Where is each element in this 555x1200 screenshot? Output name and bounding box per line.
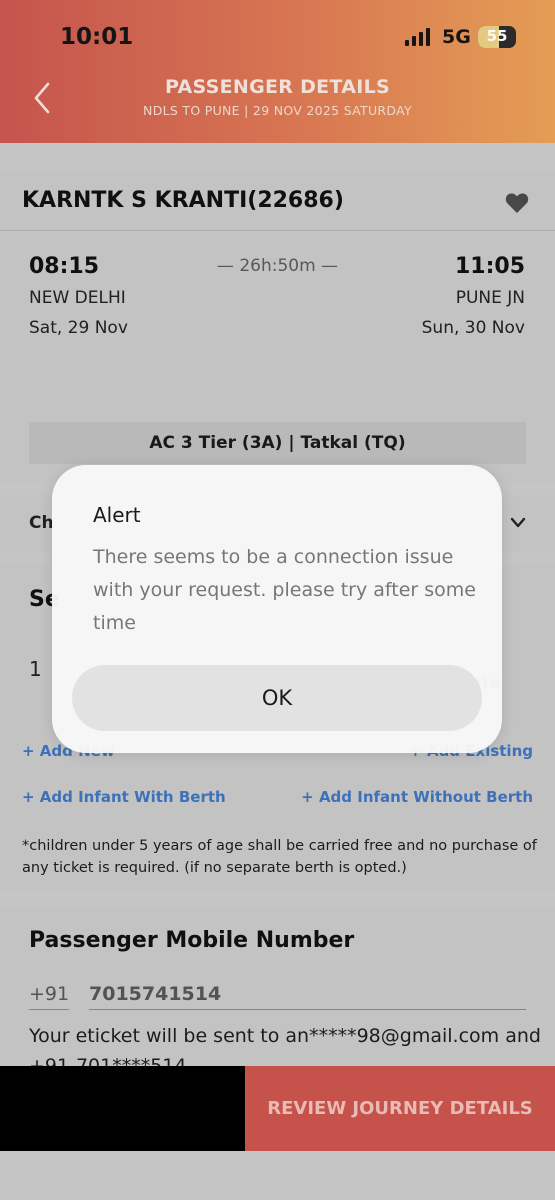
ok-button[interactable]: OK — [72, 665, 482, 731]
alert-dialog: Alert There seems to be a connection iss… — [52, 465, 502, 753]
alert-title: Alert — [93, 503, 141, 527]
alert-message: There seems to be a connection issue wit… — [93, 546, 476, 634]
